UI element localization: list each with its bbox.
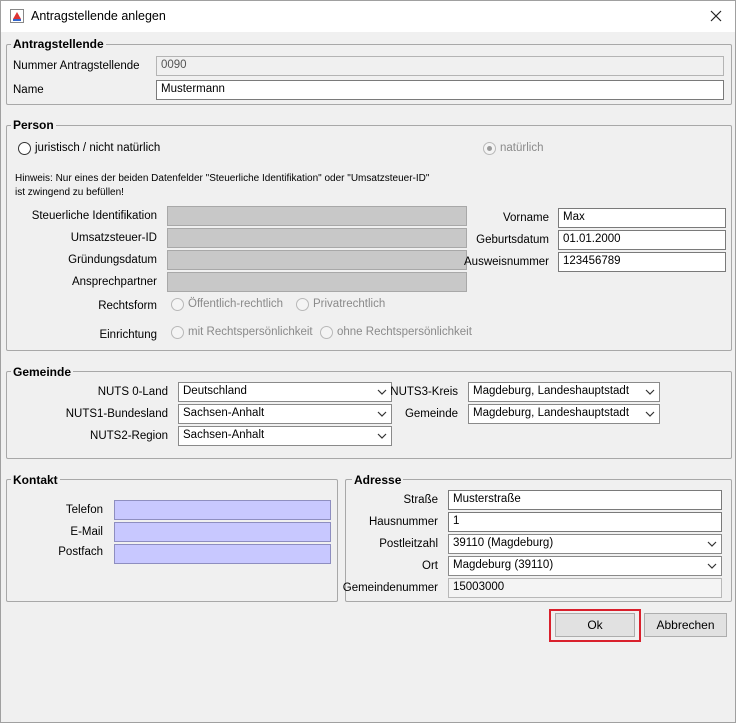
- ok-button[interactable]: Ok: [555, 613, 635, 637]
- nuts2-value: Sachsen-Anhalt: [183, 429, 265, 441]
- radio-ohne-rp-dot[interactable]: [320, 326, 333, 339]
- chevron-down-icon: [645, 411, 655, 417]
- telefon-field[interactable]: [114, 500, 331, 520]
- nuts1-value: Sachsen-Anhalt: [183, 407, 265, 419]
- nuts3-value: Magdeburg, Landeshauptstadt: [473, 385, 630, 397]
- email-field[interactable]: [114, 522, 331, 542]
- radio-oeffentlich-dot[interactable]: [171, 298, 184, 311]
- close-button[interactable]: [697, 1, 735, 32]
- ust-field: [167, 228, 467, 248]
- nuts2-label: NUTS2-Region: [90, 430, 168, 442]
- ansprech-label: Ansprechpartner: [71, 276, 157, 288]
- name-field[interactable]: Mustermann: [156, 80, 724, 100]
- vorname-field[interactable]: Max: [558, 208, 726, 228]
- ort-value: Magdeburg (39110): [453, 559, 554, 571]
- gemnr-field: 15003000: [448, 578, 722, 598]
- nummer-label: Nummer Antragstellende: [13, 60, 140, 72]
- radio-oeffentlich[interactable]: Öffentlich-rechtlich: [171, 297, 291, 313]
- nummer-field: 0090: [156, 56, 724, 76]
- gruendung-field: [167, 250, 467, 270]
- chevron-down-icon: [707, 563, 717, 569]
- group-title-gemeinde: Gemeinde: [11, 365, 74, 379]
- telefon-label: Telefon: [65, 504, 103, 516]
- window-title: Antragstellende anlegen: [31, 9, 166, 23]
- java-app-icon: [10, 9, 24, 23]
- gemeinde-value: Magdeburg, Landeshauptstadt: [473, 407, 630, 419]
- radio-privat-label: Privatrechtlich: [313, 298, 386, 310]
- strasse-field[interactable]: Musterstraße: [448, 490, 722, 510]
- cancel-button[interactable]: Abbrechen: [644, 613, 727, 637]
- einrichtung-label: Einrichtung: [99, 329, 157, 341]
- gemeinde-combo[interactable]: Magdeburg, Landeshauptstadt: [468, 404, 660, 424]
- plz-combo[interactable]: 39110 (Magdeburg): [448, 534, 722, 554]
- gemnr-label: Gemeindenummer: [342, 582, 438, 594]
- radio-juristisch-label: juristisch / nicht natürlich: [35, 142, 161, 154]
- nuts3-combo[interactable]: Magdeburg, Landeshauptstadt: [468, 382, 660, 402]
- group-title-adresse: Adresse: [352, 473, 404, 487]
- plz-label: Postleitzahl: [379, 538, 438, 550]
- group-title-kontakt: Kontakt: [11, 473, 60, 487]
- chevron-down-icon: [377, 389, 387, 395]
- steuer-label: Steuerliche Identifikation: [31, 210, 157, 222]
- nuts2-combo[interactable]: Sachsen-Anhalt: [178, 426, 392, 446]
- gemeinde-label: Gemeinde: [404, 408, 458, 420]
- chevron-down-icon: [377, 433, 387, 439]
- nuts3-label: NUTS3-Kreis: [390, 386, 458, 398]
- steuer-field: [167, 206, 467, 226]
- nuts0-combo[interactable]: Deutschland: [178, 382, 392, 402]
- radio-ohne-rp-label: ohne Rechtspersönlichkeit: [337, 326, 472, 338]
- radio-natuerlich-dot[interactable]: [483, 142, 496, 155]
- radio-privat-dot[interactable]: [296, 298, 309, 311]
- rechtsform-label: Rechtsform: [98, 300, 157, 312]
- radio-oeffentlich-label: Öffentlich-rechtlich: [188, 298, 284, 310]
- group-title-person: Person: [11, 118, 56, 132]
- email-label: E-Mail: [70, 526, 103, 538]
- nuts1-label: NUTS1-Bundesland: [65, 408, 168, 420]
- vorname-label: Vorname: [502, 212, 549, 224]
- radio-mit-rp[interactable]: mit Rechtspersönlichkeit: [171, 325, 316, 341]
- name-label: Name: [13, 84, 44, 96]
- gruendung-label: Gründungsdatum: [68, 254, 157, 266]
- ust-label: Umsatzsteuer-ID: [70, 232, 157, 244]
- ausweis-field[interactable]: 123456789: [558, 252, 726, 272]
- postfach-field[interactable]: [114, 544, 331, 564]
- close-icon: [710, 10, 722, 22]
- radio-mit-rp-dot[interactable]: [171, 326, 184, 339]
- postfach-label: Postfach: [58, 546, 103, 558]
- radio-mit-rp-label: mit Rechtspersönlichkeit: [188, 326, 313, 338]
- group-title-antragstellende: Antragstellende: [11, 37, 106, 51]
- geburt-label: Geburtsdatum: [476, 234, 549, 246]
- radio-natuerlich[interactable]: natürlich: [483, 141, 563, 157]
- strasse-label: Straße: [403, 494, 438, 506]
- hint-line-1: Hinweis: Nur eines der beiden Datenfelde…: [15, 173, 430, 184]
- ausweis-label: Ausweisnummer: [464, 256, 549, 268]
- ansprech-field: [167, 272, 467, 292]
- hausnr-field[interactable]: 1: [448, 512, 722, 532]
- hausnr-label: Hausnummer: [368, 516, 438, 528]
- radio-juristisch-dot[interactable]: [18, 142, 31, 155]
- ort-label: Ort: [422, 560, 438, 572]
- radio-privat[interactable]: Privatrechtlich: [296, 297, 396, 313]
- ort-combo[interactable]: Magdeburg (39110): [448, 556, 722, 576]
- hint-line-2: ist zwingend zu befüllen!: [15, 187, 124, 198]
- radio-natuerlich-label: natürlich: [500, 142, 544, 154]
- chevron-down-icon: [707, 541, 717, 547]
- nuts1-combo[interactable]: Sachsen-Anhalt: [178, 404, 392, 424]
- chevron-down-icon: [645, 389, 655, 395]
- radio-juristisch[interactable]: juristisch / nicht natürlich: [18, 141, 178, 157]
- plz-value: 39110 (Magdeburg): [453, 537, 554, 549]
- dialog-window: Antragstellende anlegen Antragstellende …: [0, 0, 736, 723]
- nuts0-label: NUTS 0-Land: [97, 386, 168, 398]
- geburt-field[interactable]: 01.01.2000: [558, 230, 726, 250]
- nuts0-value: Deutschland: [183, 385, 247, 397]
- radio-ohne-rp[interactable]: ohne Rechtspersönlichkeit: [320, 325, 480, 341]
- chevron-down-icon: [377, 411, 387, 417]
- title-bar[interactable]: Antragstellende anlegen: [1, 1, 735, 32]
